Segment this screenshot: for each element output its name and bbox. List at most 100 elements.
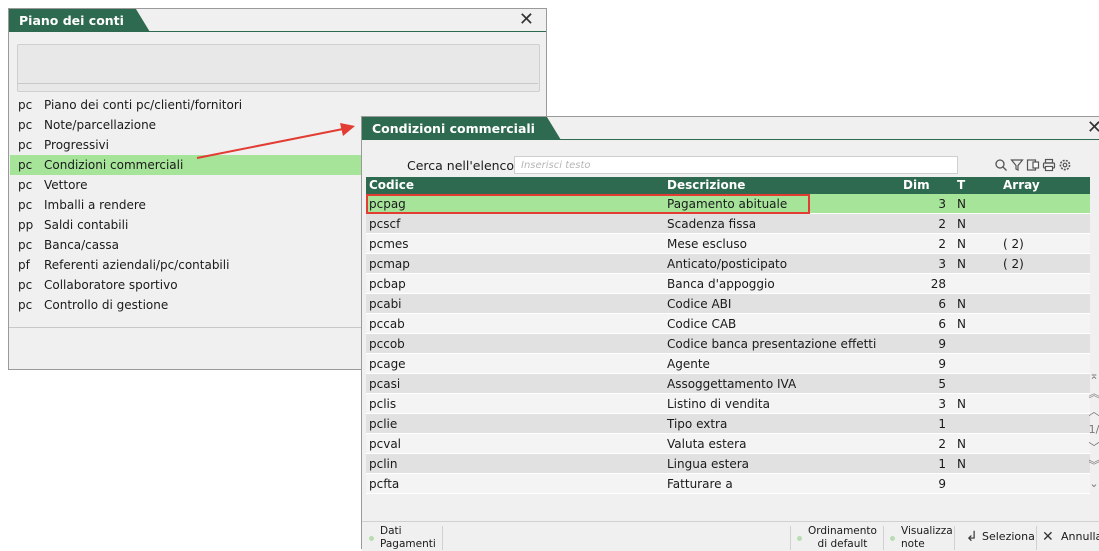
table-row[interactable]: pcabi Codice ABI 6 N <box>366 294 1090 314</box>
cell-code: pcmes <box>369 237 409 251</box>
cell-dim: 5 <box>938 377 946 391</box>
scroll-top-icon[interactable]: ⌅ <box>1088 367 1099 385</box>
separator <box>442 526 443 550</box>
button-label-line1: Visualizza <box>901 525 953 537</box>
menu-item-code: pc <box>18 198 33 212</box>
print-icon[interactable] <box>1042 158 1056 172</box>
cell-type: N <box>957 197 966 211</box>
cell-dim: 6 <box>938 297 946 311</box>
ordinamento-default-button[interactable]: Ordinamento di default <box>790 522 883 551</box>
cell-code: pccob <box>369 337 405 351</box>
col-header-array[interactable]: Array <box>1003 177 1040 194</box>
search-label: Cerca nell'elenco <box>407 158 515 173</box>
cell-type: N <box>957 457 966 471</box>
seleziona-button[interactable]: ↲ Seleziona <box>954 522 1036 551</box>
table-row[interactable]: pclin Lingua estera 1 N <box>366 454 1090 474</box>
cell-dim: 3 <box>938 197 946 211</box>
cell-type: N <box>957 397 966 411</box>
window-title: Condizioni commerciali <box>362 117 561 140</box>
gear-icon[interactable] <box>1058 158 1072 172</box>
col-header-code[interactable]: Codice <box>369 177 414 194</box>
close-icon[interactable]: ✕ <box>519 9 534 31</box>
table-row[interactable]: pcage Agente 9 <box>366 354 1090 374</box>
cell-type: N <box>957 217 966 231</box>
condizioni-commerciali-window: Condizioni commerciali ✕ Cerca nell'elen… <box>361 116 1099 551</box>
table-row[interactable]: pclis Listino di vendita 3 N <box>366 394 1090 414</box>
table-row[interactable]: pcscf Scadenza fissa 2 N <box>366 214 1090 234</box>
cell-code: pcfta <box>369 477 400 491</box>
menu-item-label: Banca/cassa <box>44 238 119 252</box>
title-underline <box>362 139 1099 140</box>
menu-item-label: Imballi a rendere <box>44 198 146 212</box>
cell-desc: Anticato/posticipato <box>667 257 788 271</box>
button-label-line1: Ordinamento <box>808 525 877 537</box>
cell-desc: Codice CAB <box>667 317 737 331</box>
table-row[interactable]: pcasi Assoggettamento IVA 5 <box>366 374 1090 394</box>
col-header-desc[interactable]: Descrizione <box>667 177 745 194</box>
cell-dim: 1 <box>938 417 946 431</box>
cell-array: ( 2) <box>1003 257 1024 271</box>
search-input[interactable] <box>514 156 958 174</box>
cell-dim: 3 <box>938 257 946 271</box>
table-row[interactable]: pcfta Fatturare a 9 <box>366 474 1090 494</box>
visualizza-note-button[interactable]: Visualizza note <box>883 522 954 551</box>
menu-item-label: Progressivi <box>44 138 109 152</box>
scroll-down-icon[interactable]: ﹀ <box>1088 439 1099 457</box>
status-dot <box>369 536 374 541</box>
window-title: Piano dei conti <box>9 9 150 32</box>
menu-item-code: pc <box>18 278 33 292</box>
cell-dim: 2 <box>938 437 946 451</box>
cell-dim: 2 <box>938 237 946 251</box>
cell-desc: Agente <box>667 357 710 371</box>
menu-item-code: pc <box>18 238 33 252</box>
table-body: pcpag Pagamento abituale 3 Npcscf Scadenza f… <box>366 194 1090 494</box>
menu-item[interactable]: pc Piano dei conti pc/clienti/fornitori <box>10 95 545 115</box>
divider <box>17 83 538 84</box>
cell-dim: 6 <box>938 317 946 331</box>
cell-dim: 3 <box>938 397 946 411</box>
menu-item-label: Saldi contabili <box>44 218 129 232</box>
scroll-up-icon[interactable]: ︿ <box>1088 403 1099 421</box>
header-panel <box>17 44 540 92</box>
scroll-page-down-icon[interactable]: ︾ <box>1088 457 1099 475</box>
cell-desc: Scadenza fissa <box>667 217 757 231</box>
footer-bar: Dati Pagamenti Ordinamento di default Vi… <box>362 521 1099 551</box>
export-icon[interactable] <box>1026 158 1040 172</box>
col-header-dim[interactable]: Dim <box>903 177 930 194</box>
table-row[interactable]: pcbap Banca d'appoggio 28 <box>366 274 1090 294</box>
cell-type: N <box>957 437 966 451</box>
table-row[interactable]: pcmes Mese escluso 2 N ( 2) <box>366 234 1090 254</box>
table-row[interactable]: pclie Tipo extra 1 <box>366 414 1090 434</box>
close-icon[interactable]: ✕ <box>1087 117 1099 139</box>
dati-pagamenti-button[interactable]: Dati Pagamenti <box>362 522 442 551</box>
menu-item-code: pc <box>18 98 33 112</box>
table-row[interactable]: pcpag Pagamento abituale 3 N <box>366 194 1090 214</box>
scroll-bottom-icon[interactable]: ⌄ <box>1088 475 1099 493</box>
table-row[interactable]: pcval Valuta estera 2 N <box>366 434 1090 454</box>
menu-item-code: pc <box>18 158 33 172</box>
cell-dim: 9 <box>938 337 946 351</box>
cell-dim: 2 <box>938 217 946 231</box>
filter-icon[interactable] <box>1010 158 1024 172</box>
fields-table: Codice Descrizione Dim T Array pcpag Paga… <box>366 177 1090 494</box>
col-header-type[interactable]: T <box>957 177 965 194</box>
menu-item-label: Note/parcellazione <box>44 118 157 132</box>
enter-icon: ↲ <box>966 529 978 545</box>
scroll-page-up-icon[interactable]: ︽ <box>1088 385 1099 403</box>
table-row[interactable]: pccab Codice CAB 6 N <box>366 314 1090 334</box>
cell-dim: 28 <box>930 277 946 291</box>
menu-item-label: Collaboratore sportivo <box>44 278 178 292</box>
annulla-button[interactable]: ✕ Annulla <box>1036 522 1099 551</box>
menu-item-code: pc <box>18 298 33 312</box>
cell-dim: 1 <box>938 457 946 471</box>
cell-desc: Banca d'appoggio <box>667 277 775 291</box>
table-row[interactable]: pccob Codice banca presentazione effetti 9 <box>366 334 1090 354</box>
title-underline <box>9 31 546 32</box>
cell-code: pcasi <box>369 377 401 391</box>
button-label: Annulla <box>1061 530 1099 543</box>
button-label-line2: note <box>901 538 925 550</box>
search-icon[interactable] <box>994 158 1008 172</box>
cell-desc: Codice banca presentazione effetti <box>667 337 877 351</box>
cell-type: N <box>957 257 966 271</box>
table-row[interactable]: pcmap Anticato/posticipato 3 N ( 2) <box>366 254 1090 274</box>
